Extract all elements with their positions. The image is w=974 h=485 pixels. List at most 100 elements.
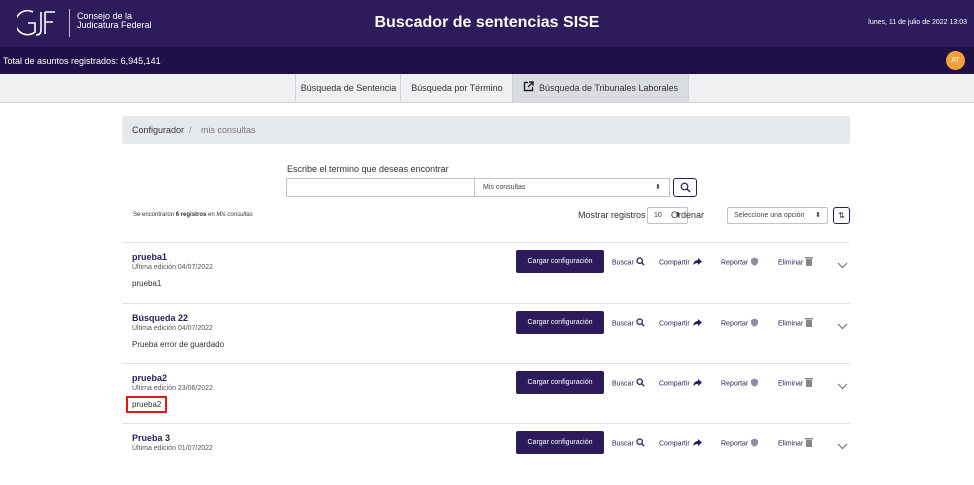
query-title[interactable]: prueba2 — [132, 373, 167, 383]
query-edited-date: Última edición 23/06/2022 — [132, 385, 213, 392]
delete-action-label: Eliminar — [778, 380, 804, 388]
sort-direction-button[interactable]: ⇅ — [833, 207, 850, 224]
delete-action[interactable]: Eliminar — [778, 378, 814, 389]
saved-query-row: Prueba 3 Última edición 01/07/2022 Cargar … — [122, 423, 850, 485]
shield-icon — [750, 257, 759, 268]
chevron-down-icon[interactable] — [837, 317, 848, 335]
chevron-down-icon[interactable] — [837, 377, 848, 395]
search-action-label: Buscar — [612, 380, 634, 388]
top-header: Consejo de la Judicatura Federal Buscado… — [0, 0, 974, 47]
saved-query-row: Búsqueda 22 Última edición 04/07/2022 Prue… — [122, 303, 850, 365]
subheader-bar: Total de asuntos registrados: 6,945,141 … — [0, 47, 974, 74]
breadcrumb-separator: / — [189, 125, 192, 135]
results-middle: en — [206, 212, 217, 218]
saved-query-row: prueba2 Última edición 23/06/2022 prueba2 C… — [122, 363, 850, 425]
share-action[interactable]: Compartir — [659, 438, 702, 449]
search-label: Escribe el termino que deseas encontrar — [287, 164, 449, 174]
share-icon — [692, 438, 702, 449]
tab-label: Búsqueda por Término — [411, 83, 503, 93]
saved-query-row: prueba1 Última edición 04/07/2022 prueba1 C… — [122, 242, 850, 304]
share-action[interactable]: Compartir — [659, 378, 702, 389]
query-description: prueba1 — [132, 279, 162, 288]
tab-busqueda-termino[interactable]: Búsqueda por Término — [400, 74, 513, 102]
query-description: prueba2 — [125, 396, 168, 413]
search-action-label: Buscar — [612, 259, 634, 267]
share-action-label: Compartir — [659, 320, 690, 328]
search-button[interactable] — [673, 178, 697, 197]
breadcrumb: Configurador / mis consultas — [122, 116, 850, 144]
report-action[interactable]: Reportar — [721, 257, 759, 268]
search-action[interactable]: Buscar — [612, 438, 645, 449]
report-action-label: Reportar — [721, 320, 749, 328]
query-title[interactable]: Prueba 3 — [132, 433, 170, 443]
report-action[interactable]: Reportar — [721, 318, 759, 329]
chevron-down-icon[interactable] — [837, 256, 848, 274]
search-action-label: Buscar — [612, 320, 634, 328]
user-avatar[interactable]: AT — [946, 51, 965, 70]
query-description: Prueba error de guardado — [132, 340, 225, 349]
results-count: Se encontraron 6 registros en Mis consul… — [133, 212, 253, 218]
tab-tribunales-laborales[interactable]: Búsqueda de Tribunales Laborales — [512, 74, 689, 102]
page-size-value: 10 — [654, 212, 662, 219]
delete-action-label: Eliminar — [778, 259, 804, 267]
report-action[interactable]: Reportar — [721, 438, 759, 449]
load-configuration-button[interactable]: Cargar configuración — [516, 431, 604, 454]
breadcrumb-current: mis consultas — [201, 125, 256, 135]
query-edited-date: Última edición 04/07/2022 — [132, 325, 213, 332]
share-icon — [692, 318, 702, 329]
search-icon — [636, 318, 645, 329]
delete-action[interactable]: Eliminar — [778, 257, 814, 268]
select-arrows-icon: ⬍ — [815, 212, 821, 219]
shield-icon — [750, 438, 759, 449]
search-action[interactable]: Buscar — [612, 318, 645, 329]
search-icon — [636, 438, 645, 449]
search-action-label: Buscar — [612, 440, 634, 448]
report-action-label: Reportar — [721, 259, 749, 267]
report-action[interactable]: Reportar — [721, 378, 759, 389]
scope-select[interactable]: Mis consultas ⬍ — [474, 178, 670, 197]
load-configuration-button[interactable]: Cargar configuración — [516, 371, 604, 394]
query-edited-date: Última edición 01/07/2022 — [132, 445, 213, 452]
tab-busqueda-sentencia[interactable]: Búsqueda de Sentencia — [295, 74, 401, 102]
share-action[interactable]: Compartir — [659, 257, 702, 268]
search-icon — [636, 257, 645, 268]
query-title[interactable]: prueba1 — [132, 252, 167, 262]
search-action[interactable]: Buscar — [612, 257, 645, 268]
sort-icon: ⇅ — [838, 211, 845, 220]
share-action[interactable]: Compartir — [659, 318, 702, 329]
trash-icon — [805, 438, 814, 449]
query-title[interactable]: Búsqueda 22 — [132, 313, 188, 323]
page-title: Buscador de sentencias SISE — [374, 14, 600, 31]
results-prefix: Se encontraron — [133, 212, 176, 218]
load-configuration-button[interactable]: Cargar configuración — [516, 250, 604, 273]
delete-action[interactable]: Eliminar — [778, 318, 814, 329]
query-edited-date: Última edición 04/07/2022 — [132, 264, 213, 271]
report-action-label: Reportar — [721, 440, 749, 448]
shield-icon — [750, 378, 759, 389]
chevron-down-icon[interactable] — [837, 437, 848, 455]
share-icon — [692, 257, 702, 268]
external-link-icon — [523, 75, 534, 103]
share-action-label: Compartir — [659, 440, 690, 448]
order-label: Ordenar — [671, 210, 705, 220]
trash-icon — [805, 378, 814, 389]
search-icon — [636, 378, 645, 389]
load-configuration-button[interactable]: Cargar configuración — [516, 311, 604, 334]
delete-action[interactable]: Eliminar — [778, 438, 814, 449]
results-scope: Mis consultas — [216, 212, 253, 218]
share-action-label: Compartir — [659, 380, 690, 388]
share-action-label: Compartir — [659, 259, 690, 267]
breadcrumb-configurador[interactable]: Configurador — [132, 116, 184, 144]
share-icon — [692, 378, 702, 389]
search-input[interactable] — [286, 178, 474, 197]
delete-action-label: Eliminar — [778, 440, 804, 448]
select-arrows-icon: ⬍ — [655, 184, 661, 191]
trash-icon — [805, 318, 814, 329]
search-tabs: Búsqueda de Sentencia Búsqueda por Térmi… — [0, 74, 974, 103]
search-action[interactable]: Buscar — [612, 378, 645, 389]
report-action-label: Reportar — [721, 380, 749, 388]
shield-icon — [750, 318, 759, 329]
order-select[interactable]: Seleccione una opción ⬍ — [727, 207, 828, 224]
total-records: Total de asuntos registrados: 6,945,141 — [3, 56, 161, 66]
order-select-value: Seleccione una opción — [734, 212, 805, 219]
